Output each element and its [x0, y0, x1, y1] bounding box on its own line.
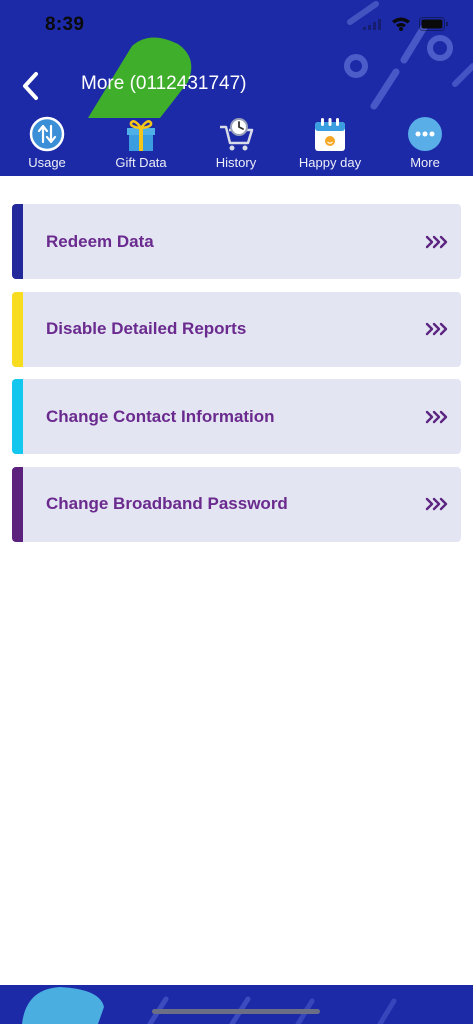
menu-item-accent	[12, 204, 23, 279]
history-icon	[216, 114, 256, 154]
menu-item-change-broadband-password[interactable]: Change Broadband Password	[12, 466, 461, 542]
tab-history[interactable]: History	[189, 114, 283, 174]
gift-icon	[121, 114, 161, 154]
tab-history-label: History	[215, 155, 257, 170]
tab-happy-day[interactable]: Happy day	[283, 114, 377, 174]
tab-happy-day-label: Happy day	[298, 155, 362, 170]
status-icons	[363, 16, 449, 31]
signal-icon	[363, 18, 381, 30]
menu-item-label: Change Broadband Password	[46, 494, 288, 513]
menu-item-change-contact-information[interactable]: Change Contact Information	[12, 379, 461, 454]
tab-more[interactable]: More	[378, 114, 472, 174]
tab-usage-label: Usage	[28, 155, 66, 170]
triple-chevron-right-icon	[425, 410, 448, 423]
triple-chevron-right-icon	[425, 322, 448, 336]
menu-item-accent	[12, 466, 23, 542]
triple-chevron-right-icon	[425, 235, 448, 248]
tab-more-label: More	[410, 155, 440, 170]
header: 8:39 More (0112431747) Usage Gift Data H…	[0, 0, 473, 176]
menu-item-accent	[12, 379, 23, 454]
menu-item-redeem-data[interactable]: Redeem Data	[12, 204, 461, 279]
chevron-left-icon	[23, 72, 38, 100]
footer-decoration	[22, 987, 397, 1024]
page-title: More (0112431747)	[81, 73, 247, 94]
footer	[0, 985, 473, 1024]
menu-item-label: Change Contact Information	[46, 406, 275, 426]
more-icon	[405, 114, 445, 154]
triple-chevron-right-icon	[425, 497, 448, 511]
menu-item-label: Disable Detailed Reports	[46, 319, 247, 338]
tab-usage[interactable]: Usage	[0, 114, 94, 174]
status-time: 8:39	[45, 14, 85, 35]
tab-bar: Usage Gift Data History Happy day More	[0, 114, 473, 176]
battery-icon	[419, 16, 448, 31]
calendar-icon	[310, 114, 350, 154]
back-button[interactable]	[12, 66, 48, 106]
wifi-icon	[392, 17, 410, 31]
menu-list: Redeem Data Disable Detailed Reports Cha…	[12, 204, 461, 554]
tab-gift-data[interactable]: Gift Data	[94, 114, 188, 174]
status-bar: 8:39	[0, 0, 473, 52]
menu-item-disable-detailed-reports[interactable]: Disable Detailed Reports	[12, 291, 461, 367]
menu-item-accent	[12, 291, 23, 367]
menu-item-label: Redeem Data	[46, 231, 154, 251]
usage-icon	[27, 114, 67, 154]
home-indicator[interactable]	[152, 1009, 320, 1014]
tab-gift-data-label: Gift Data	[115, 155, 167, 170]
